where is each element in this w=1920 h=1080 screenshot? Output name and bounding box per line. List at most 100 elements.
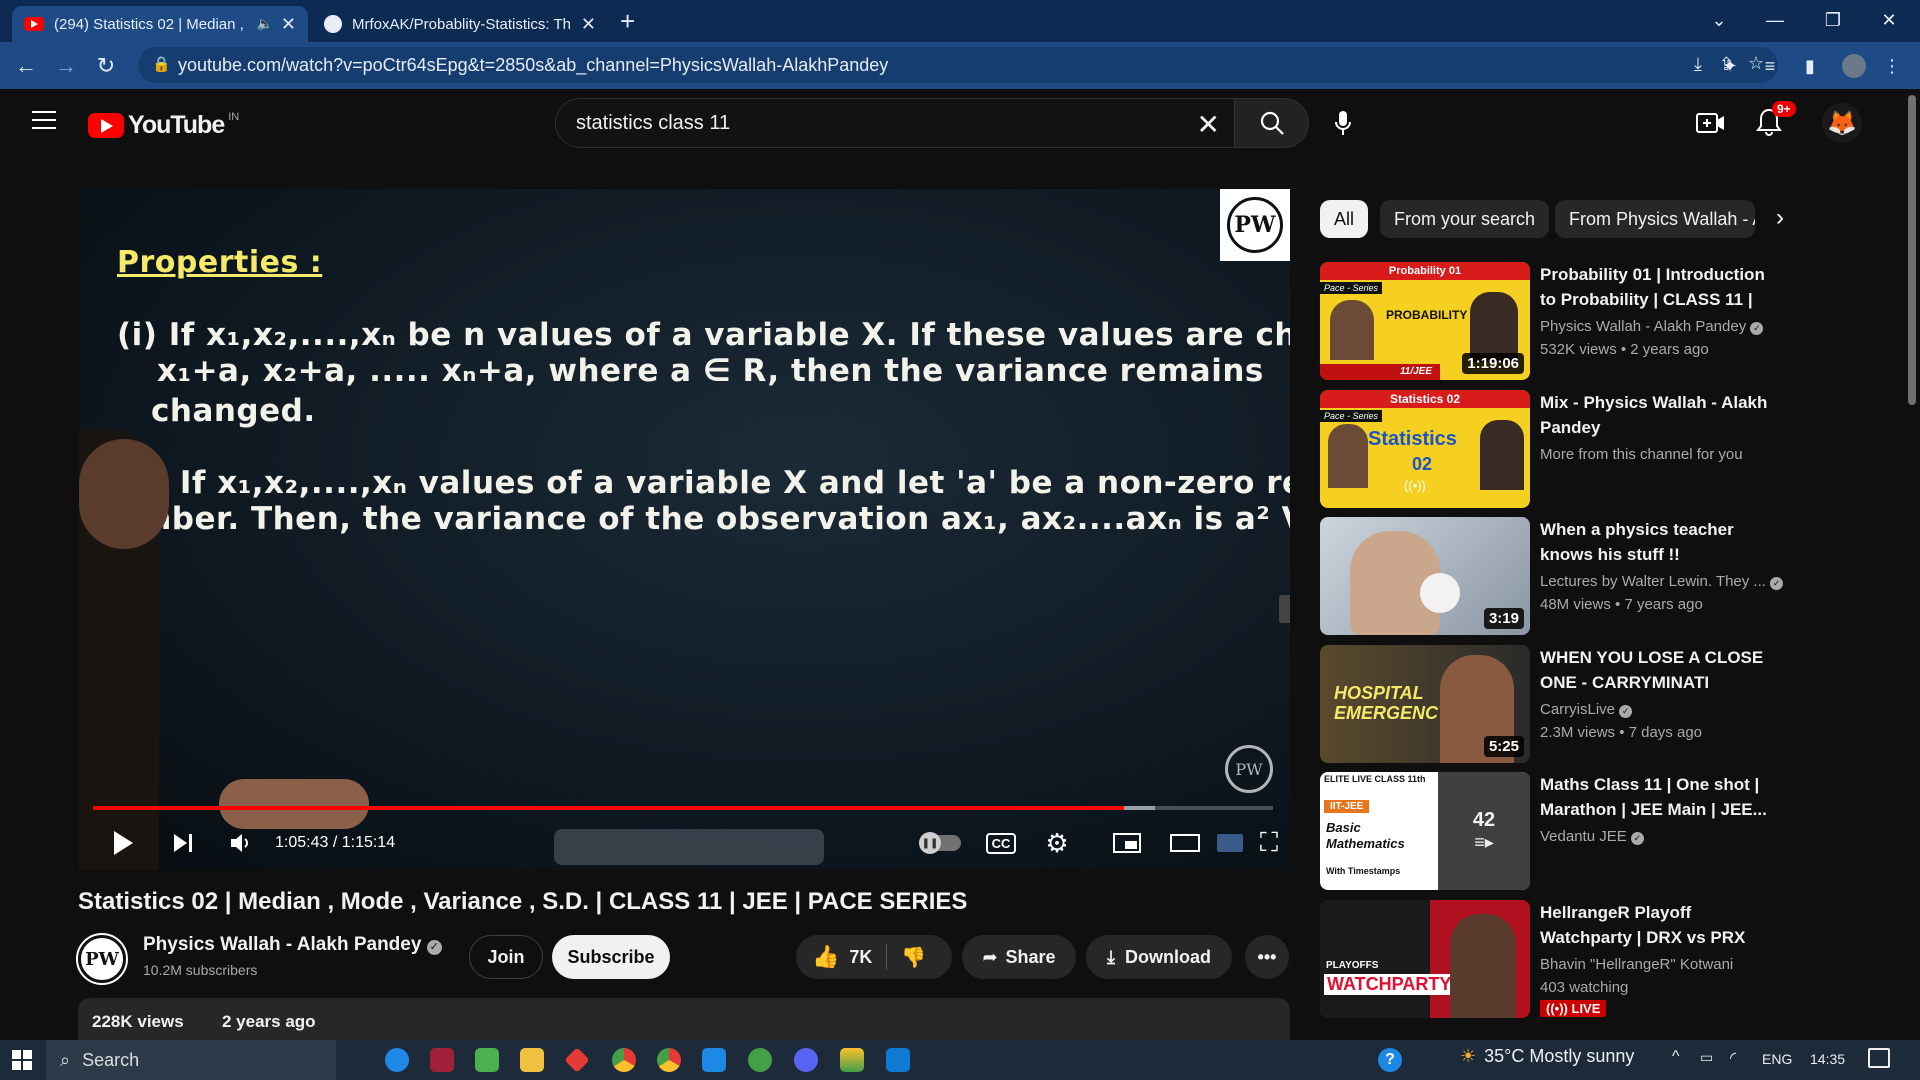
minimize-button[interactable]: —: [1752, 0, 1798, 40]
download-button[interactable]: ⤓ Download: [1086, 935, 1232, 979]
playlist-thumbnail[interactable]: ELITE LIVE CLASS 11th IIT-JEE Basic Math…: [1320, 772, 1530, 890]
recommendation-item[interactable]: ELITE LIVE CLASS 11th IIT-JEE Basic Math…: [1320, 772, 1770, 890]
app-icon[interactable]: [430, 1048, 454, 1072]
recommendation-title[interactable]: WHEN YOU LOSE A CLOSE ONE - CARRYMINATI: [1540, 645, 1780, 695]
windows-start-icon[interactable]: [12, 1050, 32, 1070]
autoplay-toggle[interactable]: ❚❚: [919, 825, 963, 861]
close-tab-icon[interactable]: ✕: [581, 14, 596, 35]
like-button[interactable]: 👍 7K: [812, 944, 872, 970]
file-explorer-icon[interactable]: [520, 1048, 544, 1072]
speaker-icon[interactable]: 🔈: [257, 16, 273, 32]
channel-name[interactable]: Physics Wallah - Alakh Pandey ✓: [143, 934, 442, 956]
help-icon[interactable]: ?: [1378, 1048, 1402, 1072]
recommendation-title[interactable]: Mix - Physics Wallah - Alakh Pandey: [1540, 390, 1780, 440]
chip-from-channel[interactable]: From Physics Wallah - A: [1555, 200, 1755, 238]
close-tab-icon[interactable]: ✕: [281, 14, 296, 35]
edge-icon[interactable]: [385, 1048, 409, 1072]
search-input[interactable]: statistics class 11 ✕: [555, 98, 1235, 148]
video-thumbnail[interactable]: 3:19: [1320, 517, 1530, 635]
restore-button[interactable]: ❐: [1810, 0, 1856, 40]
language-indicator[interactable]: ENG: [1762, 1051, 1792, 1067]
new-tab-button[interactable]: +: [620, 6, 635, 37]
miniplayer-button[interactable]: [1109, 825, 1145, 861]
recommendation-title[interactable]: Maths Class 11 | One shot | Marathon | J…: [1540, 772, 1780, 822]
extensions-icon[interactable]: ✦: [1718, 54, 1742, 78]
create-button[interactable]: [1696, 111, 1726, 140]
youtube-logo[interactable]: YouTube IN: [88, 111, 239, 140]
tab-youtube[interactable]: (294) Statistics 02 | Median , 🔈 ✕: [12, 6, 308, 42]
clear-search-icon[interactable]: ✕: [1197, 108, 1220, 141]
taskbar-search[interactable]: ⌕ Search: [46, 1040, 336, 1080]
discord-icon[interactable]: [794, 1048, 818, 1072]
recommendation-channel[interactable]: Lectures by Walter Lewin. They ... ✓: [1540, 571, 1784, 593]
account-avatar[interactable]: 🦊: [1822, 103, 1862, 143]
recommendation-title[interactable]: HellrangeR Playoff Watchparty | DRX vs P…: [1540, 900, 1780, 950]
cast-button[interactable]: [1215, 825, 1245, 861]
tab-search-icon[interactable]: ⌄: [1696, 0, 1742, 40]
tray-chevron-icon[interactable]: ^: [1672, 1048, 1680, 1066]
app-icon[interactable]: [840, 1048, 864, 1072]
join-button[interactable]: Join: [469, 935, 543, 979]
hamburger-menu-icon[interactable]: [32, 111, 56, 131]
address-bar[interactable]: 🔒 youtube.com/watch?v=poCtr64sEpg&t=2850…: [138, 47, 1778, 83]
recommendation-title[interactable]: Probability 01 | Introduction to Probabi…: [1540, 262, 1780, 312]
tab-github[interactable]: MrfoxAK/Probablity-Statistics: Th ✕: [312, 6, 608, 42]
video-player[interactable]: Properties : (i) If x₁,x₂,....,xₙ be n v…: [79, 189, 1290, 870]
side-panel-icon[interactable]: ▮: [1798, 54, 1822, 78]
play-button[interactable]: [107, 825, 139, 861]
media-controls-icon[interactable]: ≡: [1758, 54, 1782, 78]
settings-button[interactable]: ⚙: [1039, 825, 1075, 861]
subscribe-button[interactable]: Subscribe: [552, 935, 670, 979]
weather-widget[interactable]: ☀ 35°C Mostly sunny: [1460, 1046, 1634, 1067]
theater-mode-button[interactable]: [1167, 825, 1203, 861]
install-icon[interactable]: ⤓: [1694, 54, 1702, 75]
recommendation-item[interactable]: 3:19 When a physics teacher knows his st…: [1320, 517, 1784, 635]
back-button[interactable]: ←: [12, 52, 40, 80]
chrome-icon[interactable]: [612, 1048, 636, 1072]
recommendation-channel[interactable]: Bhavin "HellrangeR" Kotwani: [1540, 954, 1733, 976]
mix-thumbnail[interactable]: Statistics 02 Pace - Series Statistics 0…: [1320, 390, 1530, 508]
channel-avatar[interactable]: PW: [76, 933, 128, 985]
search-button[interactable]: [1235, 98, 1309, 148]
fullscreen-button[interactable]: ⛶: [1251, 825, 1287, 861]
seek-bar[interactable]: [93, 806, 1273, 810]
recommendation-channel[interactable]: Vedantu JEE ✓: [1540, 826, 1644, 848]
chevron-right-icon[interactable]: ›: [1776, 204, 1784, 232]
live-thumbnail[interactable]: PLAYOFFS WATCHPARTY: [1320, 900, 1530, 1018]
video-thumbnail[interactable]: HOSPITAL EMERGENCY 5:25: [1320, 645, 1530, 763]
close-window-button[interactable]: ✕: [1866, 0, 1912, 40]
profile-avatar[interactable]: [1842, 54, 1866, 78]
app-icon[interactable]: [564, 1047, 590, 1073]
chip-all[interactable]: All: [1320, 200, 1369, 238]
recommendation-item[interactable]: Probability 01 Pace - Series PROBABILITY…: [1320, 262, 1770, 380]
clock[interactable]: 14:35: [1810, 1051, 1845, 1067]
scrollbar-thumb[interactable]: [1908, 95, 1916, 405]
xbox-icon[interactable]: [748, 1048, 772, 1072]
chrome-menu-icon[interactable]: ⋮: [1880, 54, 1904, 78]
store-icon[interactable]: [475, 1048, 499, 1072]
vscode-icon[interactable]: [886, 1048, 910, 1072]
recommendation-item[interactable]: Statistics 02 Pace - Series Statistics 0…: [1320, 390, 1770, 508]
more-actions-button[interactable]: •••: [1245, 935, 1289, 979]
description-box[interactable]: 228K views 2 years ago: [78, 998, 1290, 1042]
recommendation-item[interactable]: HOSPITAL EMERGENCY 5:25 WHEN YOU LOSE A …: [1320, 645, 1770, 763]
dislike-button[interactable]: 👎: [901, 945, 926, 970]
recommendation-channel[interactable]: Physics Wallah - Alakh Pandey ✓: [1540, 316, 1764, 338]
volume-button[interactable]: [225, 825, 257, 861]
wifi-icon[interactable]: ◜: [1730, 1048, 1736, 1068]
subtitles-button[interactable]: CC: [983, 825, 1019, 861]
video-thumbnail[interactable]: Probability 01 Pace - Series PROBABILITY…: [1320, 262, 1530, 380]
next-button[interactable]: [167, 825, 199, 861]
reload-button[interactable]: ↻: [92, 52, 120, 80]
battery-icon[interactable]: ▭: [1700, 1049, 1713, 1066]
voice-search-button[interactable]: [1333, 109, 1353, 142]
recommendation-title[interactable]: When a physics teacher knows his stuff !…: [1540, 517, 1780, 567]
side-handle[interactable]: [1279, 595, 1290, 623]
chrome-icon[interactable]: [657, 1048, 681, 1072]
notifications-button[interactable]: 9+: [1756, 101, 1796, 142]
forward-button[interactable]: →: [52, 52, 80, 80]
recommendation-item[interactable]: PLAYOFFS WATCHPARTY HellrangeR Playoff W…: [1320, 900, 1770, 1018]
chip-from-your-search[interactable]: From your search: [1380, 200, 1550, 238]
recommendation-channel[interactable]: CarryisLive ✓: [1540, 699, 1633, 721]
lock-icon[interactable]: 🔒: [152, 55, 171, 73]
